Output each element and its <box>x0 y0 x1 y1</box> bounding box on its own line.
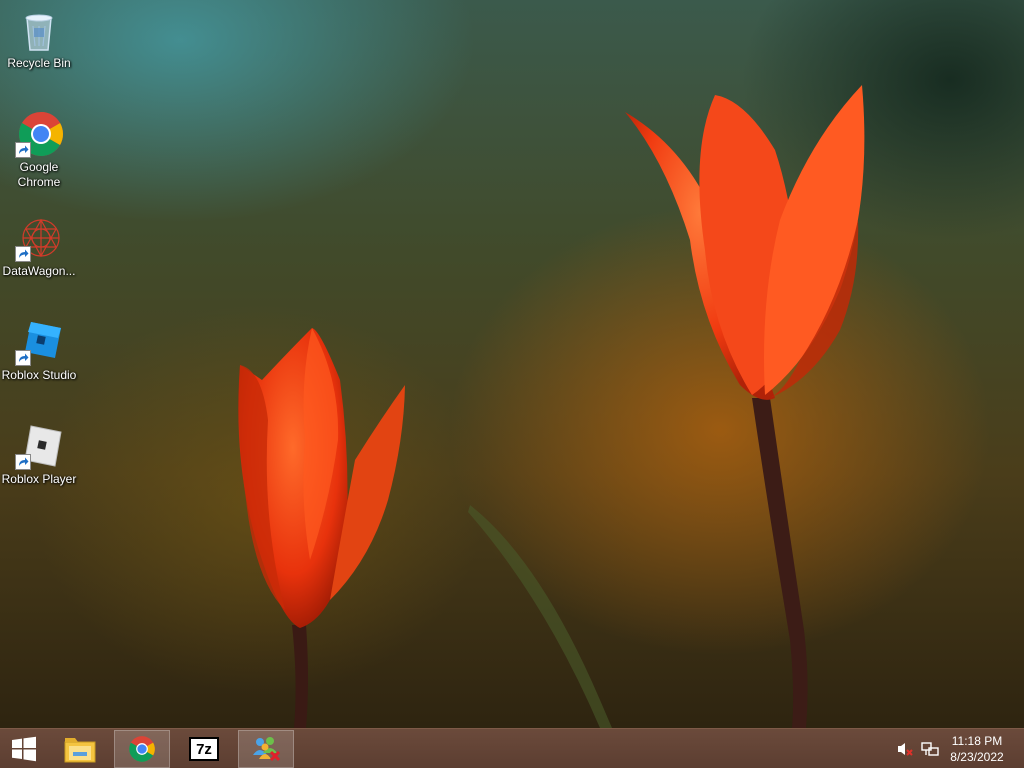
chrome-icon <box>129 736 155 762</box>
windows-logo-icon <box>12 736 36 762</box>
taskbar-chrome[interactable] <box>114 730 170 768</box>
taskbar-file-explorer[interactable] <box>52 730 108 768</box>
desktop-icon-label: Google Chrome <box>17 160 61 189</box>
chrome-icon <box>15 110 63 158</box>
desktop-icon-label: Roblox Player <box>1 472 77 486</box>
volume-muted-icon <box>898 743 913 756</box>
roblox-player-icon <box>15 422 63 470</box>
taskbar-network-app[interactable] <box>238 730 294 768</box>
taskbar-7zip[interactable]: 7z <box>176 730 232 768</box>
taskbar: 7z 11:18 PM 8/23/2022 <box>0 728 1024 768</box>
clock-time: 11:18 PM <box>951 734 1003 748</box>
clock-date: 8/23/2022 <box>950 750 1004 764</box>
7zip-label: 7z <box>196 740 212 758</box>
desktop-icon-label: Recycle Bin <box>7 56 71 70</box>
file-explorer-icon <box>64 738 96 763</box>
shortcut-arrow-icon <box>15 350 31 366</box>
shortcut-arrow-icon <box>15 246 31 262</box>
7zip-icon: 7z <box>189 737 219 761</box>
tray-network[interactable] <box>918 729 942 769</box>
datawagon-icon <box>15 214 63 262</box>
shortcut-arrow-icon <box>15 454 31 470</box>
desktop-icon-roblox-studio[interactable]: Roblox Studio <box>0 318 78 383</box>
tulip-wallpaper <box>238 85 865 728</box>
desktop-icon-recycle-bin[interactable]: Recycle Bin <box>0 6 78 71</box>
network-icon <box>921 742 939 756</box>
network-people-icon <box>253 737 281 762</box>
start-button[interactable] <box>0 730 48 768</box>
desktop-icon-label: DataWagon... <box>2 264 76 278</box>
desktop-icon-roblox-player[interactable]: Roblox Player <box>0 422 78 487</box>
shortcut-arrow-icon <box>15 142 31 158</box>
desktop-background[interactable]: Recycle Bin Google Chrome DataWagon... R… <box>0 0 1024 728</box>
tray-volume[interactable] <box>894 729 916 769</box>
recycle-bin-icon <box>15 6 63 54</box>
taskbar-clock[interactable]: 11:18 PM 8/23/2022 <box>942 733 1012 765</box>
desktop-icon-label: Roblox Studio <box>1 368 77 382</box>
desktop-icon-datawagon[interactable]: DataWagon... <box>0 214 78 279</box>
desktop-icon-google-chrome[interactable]: Google Chrome <box>0 110 78 190</box>
roblox-studio-icon <box>15 318 63 366</box>
